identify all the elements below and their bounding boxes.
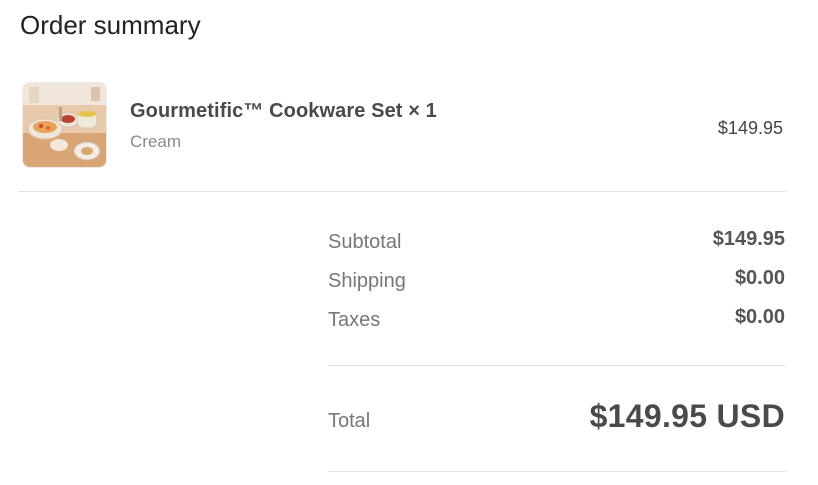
product-name: Gourmetific™ Cookware Set × 1 — [130, 100, 437, 122]
taxes-value: $0.00 — [734, 306, 785, 328]
taxes-row: Taxes $0.00 — [328, 306, 785, 337]
total-row: Total $149.95 USD — [328, 398, 785, 442]
shipping-value: $0.00 — [734, 267, 785, 289]
product-thumbnail — [23, 83, 106, 167]
divider — [19, 191, 786, 192]
product-variant: Cream — [130, 132, 182, 151]
divider — [328, 365, 786, 366]
product-price: $149.95 — [717, 118, 783, 138]
shipping-label: Shipping — [328, 270, 406, 292]
product-line-item: Gourmetific™ Cookware Set × 1 Cream $149… — [20, 82, 786, 170]
taxes-label: Taxes — [328, 309, 381, 331]
cookware-set-icon — [23, 83, 106, 167]
divider — [328, 471, 786, 472]
order-summary-title: Order summary — [20, 10, 201, 40]
shipping-row: Shipping $0.00 — [328, 267, 785, 298]
total-label: Total — [328, 410, 371, 432]
subtotal-row: Subtotal $149.95 — [328, 228, 785, 259]
subtotal-label: Subtotal — [328, 231, 402, 253]
subtotal-value: $149.95 — [712, 228, 785, 250]
total-value: $149.95 USD — [589, 398, 785, 434]
